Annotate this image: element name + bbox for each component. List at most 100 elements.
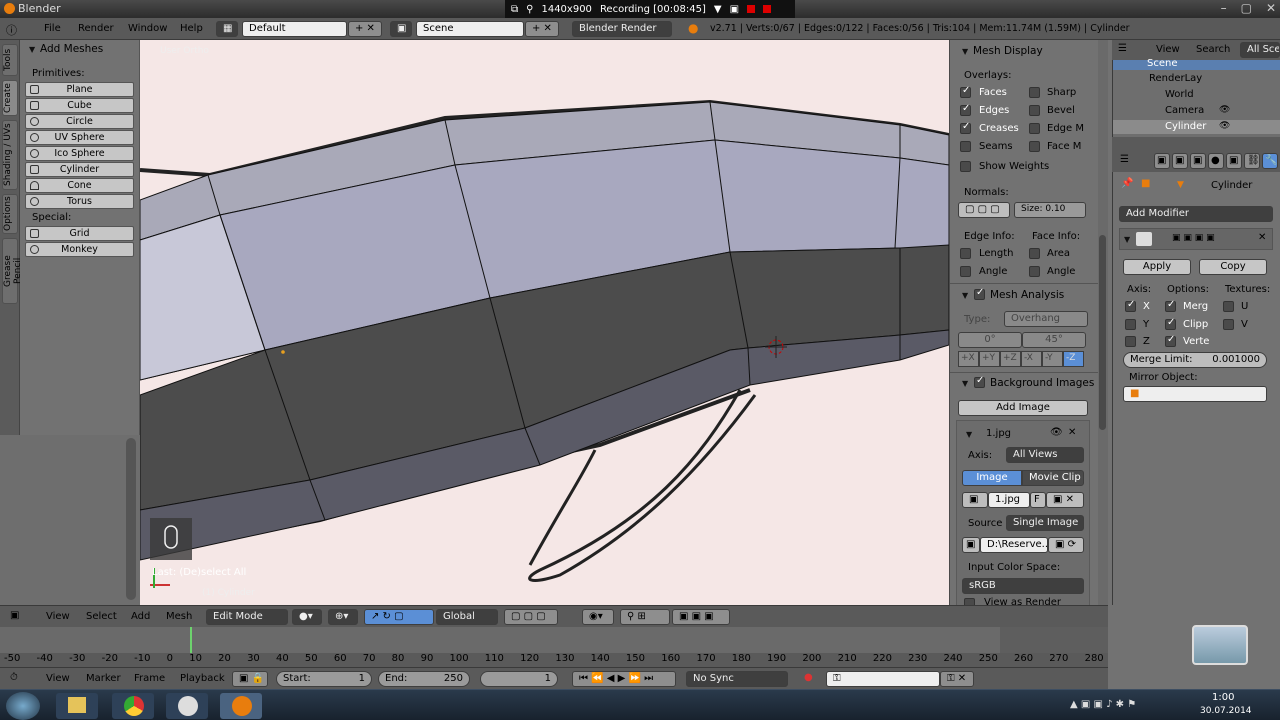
tab-image[interactable]: Image xyxy=(962,470,1022,486)
image-file-field[interactable]: 1.jpg xyxy=(988,492,1030,508)
bg-images-collapse-icon[interactable]: ▼ xyxy=(962,379,968,388)
playback-controls[interactable]: ⏮ ⏪ ◀ ▶ ⏩ ⏭ xyxy=(572,671,676,687)
record-icon[interactable]: ● xyxy=(804,672,813,683)
axis-plus-x[interactable]: +X xyxy=(958,351,979,367)
remove-modifier-icon[interactable]: ✕ xyxy=(1258,232,1266,243)
menu-help[interactable]: Help xyxy=(180,23,203,34)
seams-checkbox[interactable] xyxy=(960,141,971,152)
axis-x-checkbox[interactable] xyxy=(1125,299,1136,312)
shading-select[interactable]: ●▾ xyxy=(292,609,322,625)
blender-taskbar-icon[interactable] xyxy=(220,693,262,719)
tab-grease-pencil[interactable]: Grease Pencil xyxy=(2,238,23,304)
image-browse-icon[interactable]: ▣ xyxy=(962,492,988,508)
scene-tab-icon[interactable]: ▣ xyxy=(1190,153,1206,169)
tab-options[interactable]: Options xyxy=(2,194,18,234)
copy-button[interactable]: Copy xyxy=(1199,259,1267,275)
image-path-field[interactable]: D:\Reserve... xyxy=(980,537,1048,553)
edge-angle-checkbox[interactable] xyxy=(960,266,971,277)
steam-taskbar-icon[interactable] xyxy=(166,693,208,719)
editor-type-icon[interactable]: ▣ xyxy=(10,610,19,621)
eye-icon[interactable]: 👁 xyxy=(1050,427,1063,438)
sync-select[interactable]: No Sync xyxy=(686,671,788,687)
keying-set-field[interactable]: ⚿ xyxy=(826,671,940,687)
timeline[interactable]: -50 -40 -30 -20 -10 0 10 20 30 40 50 60 … xyxy=(0,627,1108,667)
mesh-display-collapse-icon[interactable]: ▼ xyxy=(962,47,968,56)
editor-type-icon[interactable]: ⏱ xyxy=(10,672,18,683)
axis-minus-y[interactable]: -Y xyxy=(1042,351,1063,367)
source-select[interactable]: Single Image xyxy=(1006,515,1084,531)
add-torus-button[interactable]: Torus xyxy=(25,194,134,209)
outliner-editor-icon[interactable]: ☰ xyxy=(1118,43,1127,54)
range-toggles[interactable]: ▣ 🔒 xyxy=(232,671,268,687)
explorer-taskbar-icon[interactable] xyxy=(56,693,98,719)
add-plane-button[interactable]: Plane xyxy=(25,82,134,97)
menu-window[interactable]: Window xyxy=(128,23,167,34)
camera-icon[interactable]: ▣ xyxy=(730,4,739,15)
add-ico-sphere-button[interactable]: Ico Sphere xyxy=(25,146,134,161)
collapse-icon[interactable]: ▼ xyxy=(29,45,35,54)
path-browse-icon[interactable]: ▣ ⟳ xyxy=(1048,537,1084,553)
apply-button[interactable]: Apply xyxy=(1123,259,1191,275)
constraints-tab-icon[interactable]: ⛓ xyxy=(1244,153,1260,169)
orientation-select[interactable]: Global xyxy=(436,609,498,625)
modifiers-tab-icon[interactable]: 🔧 xyxy=(1262,153,1278,169)
mesh-analysis-collapse-icon[interactable]: ▼ xyxy=(962,291,968,300)
axis-select[interactable]: All Views xyxy=(1006,447,1084,463)
menu-playback[interactable]: Playback xyxy=(180,673,225,684)
tray-icons[interactable]: ▲ ▣ ▣ ♪ ✱ ⚑ xyxy=(1070,699,1136,710)
outliner-display-select[interactable]: All Scen xyxy=(1240,42,1280,58)
outliner-search-menu[interactable]: Search xyxy=(1196,44,1230,55)
scene-icon[interactable]: ▣ xyxy=(390,21,412,37)
analysis-type-select[interactable]: Overhang xyxy=(1004,311,1088,327)
menu-render[interactable]: Render xyxy=(78,23,114,34)
menu-add[interactable]: Add xyxy=(131,611,150,622)
scrollbar[interactable] xyxy=(126,438,136,600)
add-monkey-button[interactable]: Monkey xyxy=(25,242,134,257)
keying-actions[interactable]: ⚿ ✕ xyxy=(940,671,974,687)
remove-image-icon[interactable]: ✕ xyxy=(1068,427,1076,438)
tab-shading-uvs[interactable]: Shading / UVs xyxy=(2,120,18,190)
outliner-row-camera[interactable]: Camera xyxy=(1165,105,1204,116)
fake-user-button[interactable]: F xyxy=(1030,492,1046,508)
add-cone-button[interactable]: Cone xyxy=(25,178,134,193)
bg-images-checkbox[interactable] xyxy=(974,375,985,388)
minimize-icon[interactable]: – xyxy=(1221,1,1227,15)
mesh-analysis-checkbox[interactable] xyxy=(974,287,985,300)
editor-type-icon[interactable]: ⓘ xyxy=(6,22,17,38)
screen-icon[interactable]: ⧉ xyxy=(511,4,518,15)
add-image-button[interactable]: Add Image xyxy=(958,400,1088,416)
bevel-checkbox[interactable] xyxy=(1029,105,1040,116)
tab-movie-clip[interactable]: Movie Clip xyxy=(1022,470,1084,486)
add-grid-button[interactable]: Grid xyxy=(25,226,134,241)
mesh-view[interactable] xyxy=(140,40,949,605)
edge-marks-checkbox[interactable] xyxy=(1029,123,1040,134)
merge-limit-field[interactable]: Merge Limit: 0.001000 xyxy=(1123,352,1267,368)
layers-tab-icon[interactable]: ▣ xyxy=(1172,153,1188,169)
eye-icon[interactable]: 👁 xyxy=(1219,105,1230,115)
show-weights-checkbox[interactable] xyxy=(960,161,971,172)
selected-vertex[interactable] xyxy=(281,350,285,354)
current-frame-field[interactable]: 1 xyxy=(480,671,558,687)
edges-checkbox[interactable] xyxy=(960,103,971,116)
axis-y-checkbox[interactable] xyxy=(1125,319,1136,330)
render-toggles[interactable]: ▣ ▣ ▣ xyxy=(672,609,730,625)
scene-add-remove[interactable]: + ✕ xyxy=(525,21,559,37)
object-tab-icon[interactable]: ▣ xyxy=(1226,153,1242,169)
clipping-checkbox[interactable] xyxy=(1165,317,1176,330)
creases-checkbox[interactable] xyxy=(960,121,971,134)
outliner-row-scene[interactable]: Scene xyxy=(1113,58,1280,70)
axis-minus-x[interactable]: -X xyxy=(1021,351,1042,367)
proportional-edit[interactable]: ◉▾ xyxy=(582,609,614,625)
properties-scrollbar[interactable] xyxy=(1099,235,1106,430)
stop-icon[interactable] xyxy=(763,5,772,13)
axis-minus-z[interactable]: -Z xyxy=(1063,351,1084,367)
dropdown-icon[interactable]: ▼ xyxy=(714,4,722,15)
face-angle-checkbox[interactable] xyxy=(1029,266,1040,277)
texture-v-checkbox[interactable] xyxy=(1223,319,1234,330)
mirror-object-field[interactable]: ■ xyxy=(1123,386,1267,402)
outliner-scrollbar[interactable] xyxy=(1112,137,1280,150)
normals-toggle-icons[interactable]: ▢ ▢ ▢ xyxy=(958,202,1010,218)
axis-plus-z[interactable]: +Z xyxy=(1000,351,1021,367)
outliner-row-renderlayer[interactable]: RenderLay xyxy=(1149,73,1202,84)
texture-u-checkbox[interactable] xyxy=(1223,301,1234,312)
